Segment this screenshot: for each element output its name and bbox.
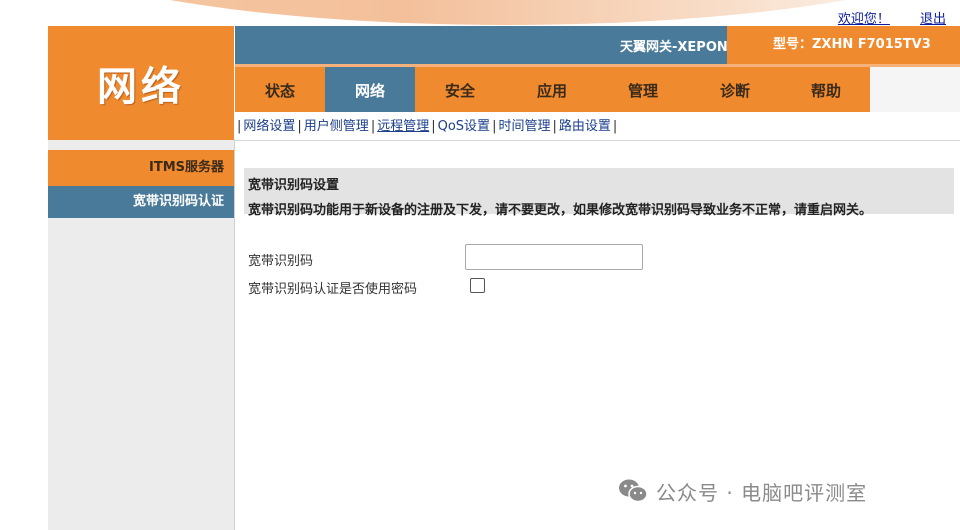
watermark-text: 公众号 · 电脑吧评测室 [656,480,868,505]
tab-security[interactable]: 安全 [415,67,505,115]
section-title: 宽带识别码设置 [248,178,340,193]
broadband-id-input[interactable] [465,244,643,270]
tab-network[interactable]: 网络 [325,67,415,115]
logout-link[interactable]: 退出 [920,12,946,26]
wechat-icon [619,479,648,503]
section-logo: 网络 [48,26,234,140]
main-content: 宽带识别码设置 宽带识别码功能用于新设备的注册及下发，请不要更改，如果修改宽带识… [236,140,960,530]
nav-filler [870,67,960,115]
model-label: 型号：ZXHN F7015TV3 [727,26,960,64]
section-description: 宽带识别码功能用于新设备的注册及下发，请不要更改，如果修改宽带识别码导致业务不正… [248,203,873,218]
subnav-qos[interactable]: QoS设置 [438,119,490,134]
tab-application[interactable]: 应用 [507,67,597,115]
page-margin [0,0,48,530]
header-bar: 天翼网关-XEPON 型号：ZXHN F7015TV3 [235,26,960,64]
top-links: 欢迎您！ 退出 [812,8,946,26]
sidebar-item-broadband-id-auth[interactable]: 宽带识别码认证 [48,186,234,218]
subnav-routing[interactable]: 路由设置 [559,119,611,134]
subnav-user-side[interactable]: 用户侧管理 [304,119,369,134]
section-logo-text: 网络 [97,64,185,110]
sidebar-item-itms[interactable]: ITMS服务器 [48,150,234,186]
subnav-time[interactable]: 时间管理 [498,119,550,134]
main-nav: 状态 网络 安全 应用 管理 诊断 帮助 [235,64,960,115]
subnav-network-settings[interactable]: 网络设置 [243,119,295,134]
section-header: 宽带识别码设置 宽带识别码功能用于新设备的注册及下发，请不要更改，如果修改宽带识… [244,168,954,218]
sub-nav: | 网络设置 | 用户侧管理 | 远程管理 | QoS设置 | 时间管理 | 路由设置 | [235,112,960,141]
device-title: 天翼网关-XEPON [620,40,728,55]
content-divider [234,140,235,530]
top-banner: 欢迎您！ 退出 [48,0,960,26]
tab-help[interactable]: 帮助 [781,67,871,115]
use-password-checkbox[interactable] [470,278,485,293]
tab-management[interactable]: 管理 [598,67,688,115]
tab-status[interactable]: 状态 [235,67,325,115]
tab-diagnostics[interactable]: 诊断 [690,67,780,115]
broadband-id-label: 宽带识别码 [248,254,314,269]
subnav-remote-management[interactable]: 远程管理 [377,119,429,134]
sidebar: ITMS服务器 宽带识别码认证 [48,140,234,530]
use-password-label: 宽带识别码认证是否使用密码 [248,282,418,297]
welcome-link[interactable]: 欢迎您！ [838,12,890,26]
watermark: 公众号 · 电脑吧评测室 [618,474,867,508]
